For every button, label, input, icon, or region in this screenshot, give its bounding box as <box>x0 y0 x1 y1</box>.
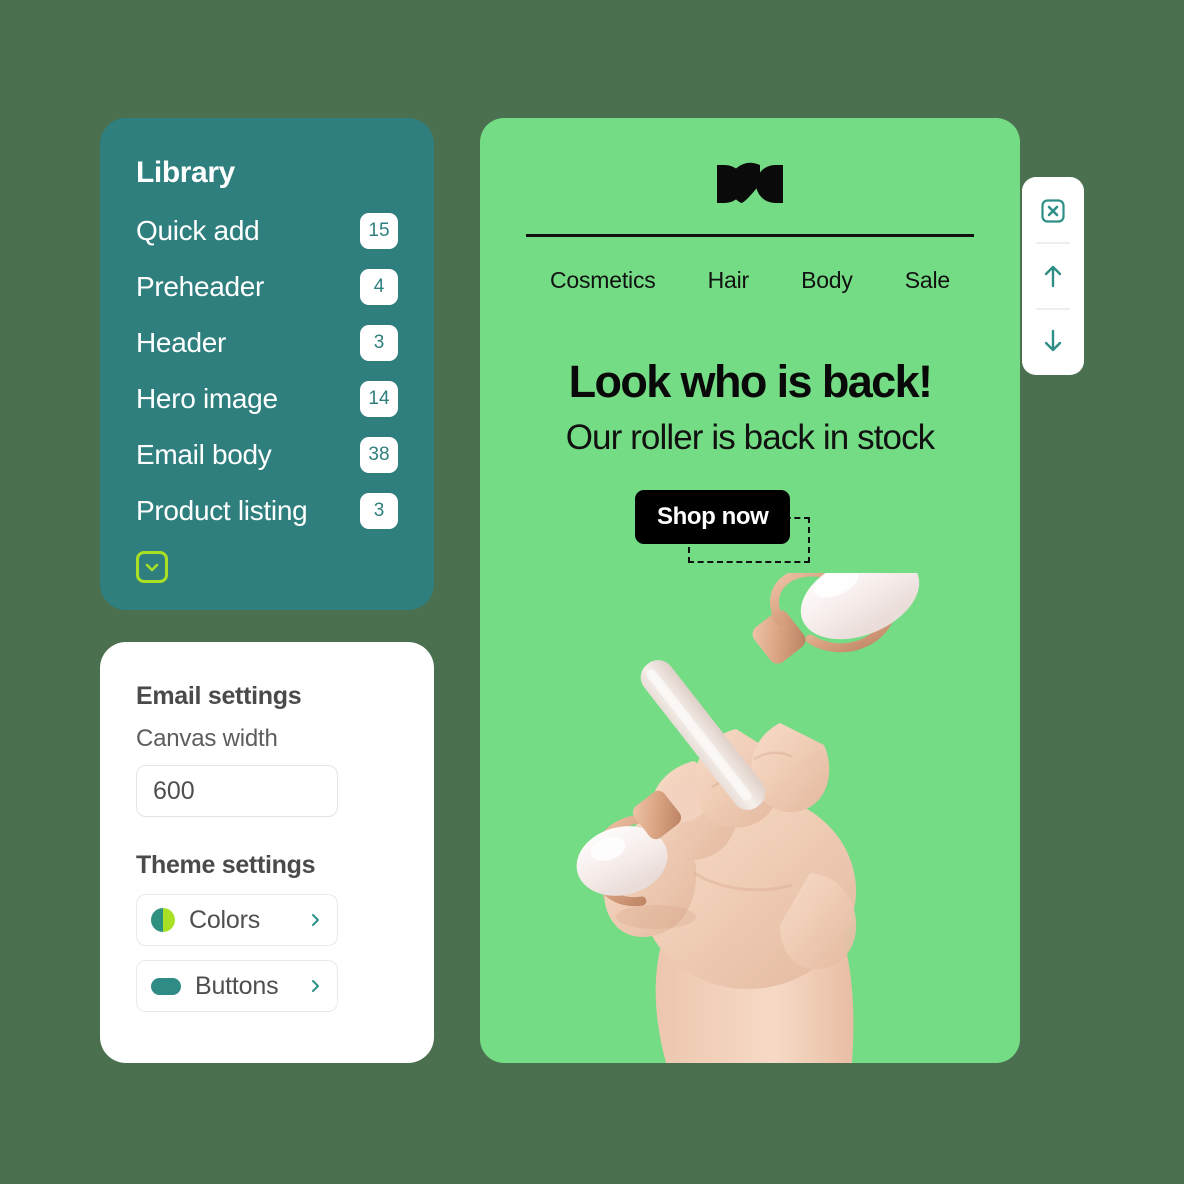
theme-row-label: Colors <box>189 905 261 934</box>
library-item-header[interactable]: Header 3 <box>136 315 398 371</box>
chevron-right-icon <box>312 914 319 926</box>
theme-row-buttons[interactable]: Buttons <box>136 960 338 1012</box>
brand-logo-icon <box>717 162 783 203</box>
library-item-quick-add[interactable]: Quick add 15 <box>136 203 398 259</box>
library-item-count: 38 <box>360 437 398 473</box>
shop-now-button[interactable]: Shop now <box>635 489 791 544</box>
nav-link-cosmetics[interactable]: Cosmetics <box>550 267 656 294</box>
library-panel: Library Quick add 15 Preheader 4 Header … <box>100 118 434 610</box>
library-item-hero-image[interactable]: Hero image 14 <box>136 371 398 427</box>
library-item-label: Product listing <box>136 495 308 526</box>
delete-block-button[interactable] <box>1033 191 1073 231</box>
library-item-label: Quick add <box>136 215 260 246</box>
email-settings-panel: Email settings Canvas width 600 Theme se… <box>100 642 434 1063</box>
library-item-label: Email body <box>136 439 272 470</box>
arrow-down-icon <box>1044 329 1062 352</box>
email-settings-title: Email settings <box>136 682 302 710</box>
toolbar-divider <box>1036 242 1070 245</box>
nav-link-body[interactable]: Body <box>801 267 853 294</box>
theme-settings-title: Theme settings <box>136 851 316 879</box>
delete-x-icon <box>1041 199 1065 223</box>
library-title: Library <box>136 156 235 189</box>
library-item-preheader[interactable]: Preheader 4 <box>136 259 398 315</box>
email-canvas[interactable]: Cosmetics Hair Body Sale Look who is bac… <box>480 118 1020 1063</box>
nav-link-sale[interactable]: Sale <box>905 267 950 294</box>
chevron-right-icon <box>312 980 319 992</box>
editor-stage: Library Quick add 15 Preheader 4 Header … <box>0 0 1184 1184</box>
library-expand-button[interactable] <box>136 551 168 583</box>
cta-area: Shop now <box>480 489 1020 570</box>
toolbar-divider <box>1036 307 1070 310</box>
theme-row-label: Buttons <box>195 971 279 1000</box>
library-item-label: Header <box>136 327 227 358</box>
library-item-product-listing[interactable]: Product listing 3 <box>136 483 398 539</box>
email-nav: Cosmetics Hair Body Sale <box>550 267 950 294</box>
nav-link-hair[interactable]: Hair <box>708 267 750 294</box>
block-toolbar <box>1022 177 1084 375</box>
canvas-width-input[interactable]: 600 <box>136 765 338 817</box>
theme-row-colors[interactable]: Colors <box>136 894 338 946</box>
chevron-down-icon <box>145 563 159 572</box>
library-item-count: 15 <box>360 213 398 249</box>
library-item-count: 14 <box>360 381 398 417</box>
library-item-label: Preheader <box>136 271 265 302</box>
hero-product-image[interactable] <box>480 573 1020 1063</box>
email-subheadline: Our roller is back in stock <box>565 418 936 458</box>
face-roller-illustration <box>576 573 920 1063</box>
library-item-label: Hero image <box>136 383 278 414</box>
library-item-email-body[interactable]: Email body 38 <box>136 427 398 483</box>
move-block-up-button[interactable] <box>1033 256 1073 296</box>
library-item-count: 4 <box>360 269 398 305</box>
library-item-count: 3 <box>360 325 398 361</box>
arrow-up-icon <box>1044 265 1062 288</box>
header-divider <box>526 234 974 237</box>
color-swatch-icon <box>151 908 175 932</box>
move-block-down-button[interactable] <box>1033 321 1073 361</box>
email-headline: Look who is back! <box>568 356 933 407</box>
button-pill-icon <box>151 977 181 995</box>
canvas-width-label: Canvas width <box>136 725 278 752</box>
library-item-count: 3 <box>360 493 398 529</box>
